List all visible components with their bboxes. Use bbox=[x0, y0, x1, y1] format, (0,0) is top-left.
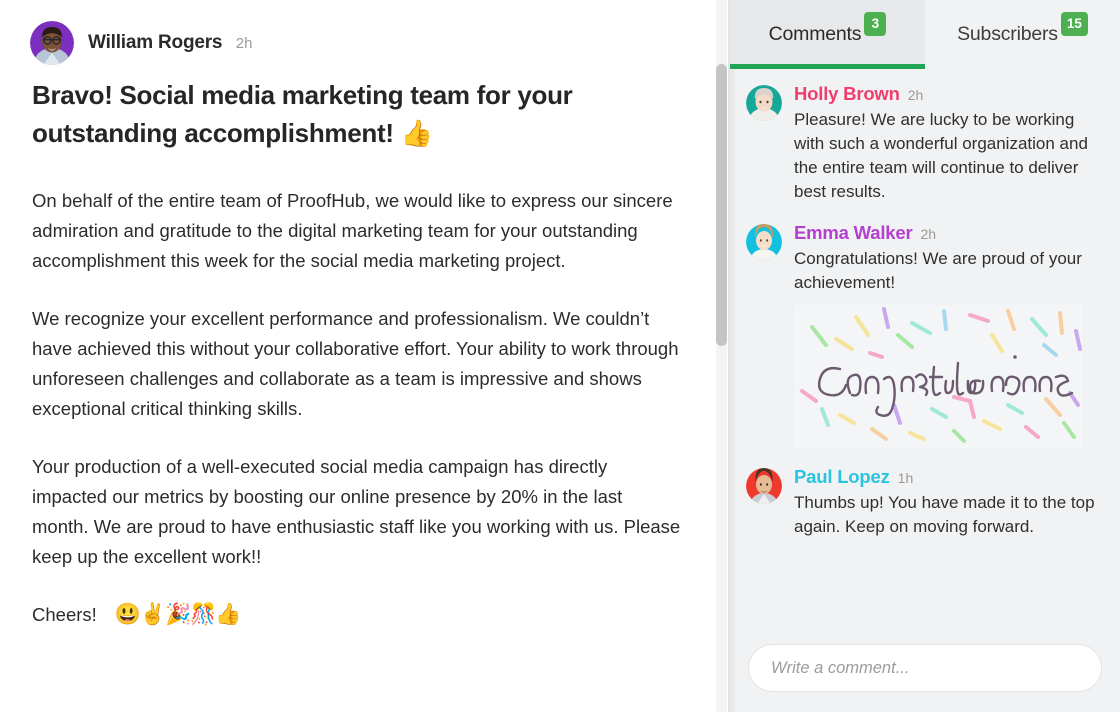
post-title-text: Bravo! Social media marketing team for y… bbox=[32, 80, 573, 148]
avatar[interactable] bbox=[746, 468, 782, 504]
comment-body: Holly Brown 2h Pleasure! We are lucky to… bbox=[794, 83, 1104, 204]
post-body: On behalf of the entire team of ProofHub… bbox=[30, 186, 682, 630]
comments-scrollbar-track[interactable] bbox=[730, 69, 735, 712]
comment-text: Thumbs up! You have made it to the top a… bbox=[794, 493, 1095, 536]
comment-header: Emma Walker 2h bbox=[794, 222, 1104, 244]
list-item: Holly Brown 2h Pleasure! We are lucky to… bbox=[746, 83, 1104, 204]
post-timestamp: 2h bbox=[235, 35, 253, 52]
comment-header: Holly Brown 2h bbox=[794, 83, 1104, 105]
comment-body: Paul Lopez 1h Thumbs up! You have made i… bbox=[794, 466, 1104, 539]
celebration-emoji-group: 😃✌️🎉🎊👍 bbox=[114, 603, 242, 626]
tab-subscribers-badge: 15 bbox=[1060, 12, 1088, 36]
side-panel: Comments 3 Subscribers 15 Holly Brown 2h… bbox=[730, 0, 1120, 712]
comment-author-name[interactable]: Emma Walker bbox=[794, 222, 913, 244]
comment-author-name[interactable]: Paul Lopez bbox=[794, 466, 890, 488]
post-author-line: William Rogers 2h bbox=[88, 32, 252, 54]
post-paragraph: On behalf of the entire team of ProofHub… bbox=[32, 190, 673, 271]
comment-timestamp: 2h bbox=[907, 87, 924, 103]
post-panel: William Rogers 2h Bravo! Social media ma… bbox=[0, 0, 730, 712]
comment-input[interactable] bbox=[748, 644, 1102, 692]
tab-comments-badge: 3 bbox=[864, 12, 887, 36]
post-header: William Rogers 2h bbox=[30, 18, 682, 68]
side-panel-tabs: Comments 3 Subscribers 15 bbox=[730, 0, 1120, 69]
tab-comments-label: Comments bbox=[768, 23, 862, 45]
page-title: Bravo! Social media marketing team for y… bbox=[32, 76, 672, 152]
avatar[interactable] bbox=[746, 224, 782, 260]
post-paragraph: Your production of a well-executed socia… bbox=[32, 456, 681, 567]
post-content: William Rogers 2h Bravo! Social media ma… bbox=[0, 0, 712, 630]
comments-list[interactable]: Holly Brown 2h Pleasure! We are lucky to… bbox=[730, 69, 1120, 630]
comment-body: Emma Walker 2h Congratulations! We are p… bbox=[794, 222, 1104, 448]
comment-header: Paul Lopez 1h bbox=[794, 466, 1104, 488]
post-paragraph: We recognize your excellent performance … bbox=[32, 308, 679, 419]
tab-subscribers-label: Subscribers bbox=[957, 23, 1058, 45]
post-signoff-label: Cheers! bbox=[32, 604, 97, 625]
post-signoff: Cheers! 😃✌️🎉🎊👍 bbox=[32, 600, 682, 630]
comment-attachment-image[interactable] bbox=[794, 305, 1082, 448]
post-author-name: William Rogers bbox=[88, 32, 223, 53]
tab-subscribers[interactable]: Subscribers 15 bbox=[925, 0, 1120, 69]
avatar[interactable] bbox=[30, 21, 74, 65]
tab-comments[interactable]: Comments 3 bbox=[730, 0, 925, 69]
comment-text: Congratulations! We are proud of your ac… bbox=[794, 249, 1082, 292]
comment-text: Pleasure! We are lucky to be working wit… bbox=[794, 110, 1088, 201]
post-scrollbar-thumb[interactable] bbox=[716, 64, 727, 346]
thumbs-up-icon: 👍 bbox=[400, 118, 433, 148]
comment-timestamp: 2h bbox=[920, 226, 937, 242]
comment-composer bbox=[730, 630, 1120, 712]
comment-timestamp: 1h bbox=[897, 470, 914, 486]
activity-detail-screen: William Rogers 2h Bravo! Social media ma… bbox=[0, 0, 1120, 712]
comment-author-name[interactable]: Holly Brown bbox=[794, 83, 900, 105]
list-item: Paul Lopez 1h Thumbs up! You have made i… bbox=[746, 466, 1104, 539]
list-item: Emma Walker 2h Congratulations! We are p… bbox=[746, 222, 1104, 448]
avatar[interactable] bbox=[746, 85, 782, 121]
